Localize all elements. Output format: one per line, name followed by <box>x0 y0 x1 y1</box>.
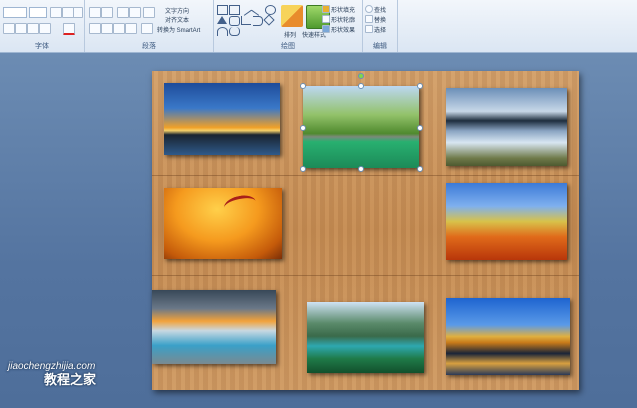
grow-font-icon[interactable] <box>50 7 62 18</box>
rounded-rect-shape-icon[interactable] <box>229 16 240 26</box>
resize-handle-nw[interactable] <box>300 83 306 89</box>
resize-handle-s[interactable] <box>358 166 364 172</box>
wood-plank-seam <box>152 175 579 176</box>
paragraph-group: 文字方向 对齐文本 转换为 SmartArt 段落 <box>85 0 214 52</box>
waterfall-sunset-photo[interactable] <box>152 290 276 364</box>
columns-icon[interactable] <box>141 23 153 34</box>
rotation-handle[interactable] <box>358 73 364 79</box>
underline-icon[interactable] <box>27 23 39 34</box>
oval-shape-icon[interactable] <box>265 5 276 15</box>
bold-icon[interactable] <box>3 23 15 34</box>
rectangle-shape-icon[interactable] <box>217 5 228 15</box>
numbering-icon[interactable] <box>101 7 113 18</box>
ribbon: 字体 文字方向 对齐文本 转换为 SmartArt 段落 排列 快速样式 形状填… <box>0 0 637 53</box>
arrow-shape-icon[interactable] <box>251 3 264 16</box>
triangle-shape-icon[interactable] <box>217 16 227 24</box>
editing-group: 查找 替换 选择 编辑 <box>363 0 398 52</box>
replace-icon[interactable] <box>365 15 373 23</box>
textbox-shape-icon[interactable] <box>229 5 240 15</box>
font-color-icon[interactable] <box>63 23 75 35</box>
shapes-gallery[interactable] <box>217 3 276 37</box>
line-shape-icon[interactable] <box>239 3 252 16</box>
autumn-trees-photo[interactable] <box>446 183 567 260</box>
autumn-reflection-photo[interactable] <box>446 298 570 375</box>
curve-shape-icon[interactable] <box>217 27 228 36</box>
connector-shape-icon[interactable] <box>241 16 251 25</box>
resize-handle-n[interactable] <box>358 83 364 89</box>
select-icon[interactable] <box>365 25 373 33</box>
resize-handle-sw[interactable] <box>300 166 306 172</box>
find-button[interactable]: 查找 <box>374 5 386 14</box>
drawing-group: 排列 快速样式 形状填充 形状轮廓 形状效果 绘图 <box>214 0 363 52</box>
bullets-icon[interactable] <box>89 7 101 18</box>
italic-icon[interactable] <box>15 23 27 34</box>
strikethrough-icon[interactable] <box>39 23 51 34</box>
select-button[interactable]: 选择 <box>374 25 386 34</box>
watermark: jiaochengzhijia.com 教程之家 <box>8 360 96 386</box>
align-center-icon[interactable] <box>101 23 113 34</box>
mountain-river-photo[interactable] <box>307 302 424 373</box>
resize-handle-e[interactable] <box>417 125 423 131</box>
watermark-name: 教程之家 <box>44 372 97 387</box>
increase-indent-icon[interactable] <box>129 7 141 18</box>
green-trees-lake-photo[interactable] <box>303 86 419 168</box>
align-right-icon[interactable] <box>113 23 125 34</box>
justify-icon[interactable] <box>125 23 137 34</box>
font-name-dropdown[interactable] <box>3 7 27 18</box>
slide-canvas[interactable] <box>152 71 579 390</box>
wood-plank-seam <box>152 275 579 276</box>
shape-outline-icon[interactable] <box>322 15 330 23</box>
shape-effects-icon[interactable] <box>322 25 330 33</box>
brace-shape-icon[interactable] <box>229 27 240 36</box>
align-left-icon[interactable] <box>89 23 101 34</box>
shape-fill-icon[interactable] <box>322 5 330 13</box>
sunset-lake-photo[interactable] <box>164 83 280 155</box>
font-group-label: 字体 <box>35 43 49 50</box>
editing-group-label: 编辑 <box>373 43 387 50</box>
shape-fill-button[interactable]: 形状填充 <box>331 5 355 14</box>
resize-handle-ne[interactable] <box>417 83 423 89</box>
star-shape-icon[interactable] <box>263 14 275 26</box>
convert-smartart-button[interactable]: 转换为 SmartArt <box>157 25 200 34</box>
arrange-button[interactable]: 排列 <box>284 30 296 39</box>
line-spacing-icon[interactable] <box>143 7 155 18</box>
align-text-button[interactable]: 对齐文本 <box>165 15 189 24</box>
shape-effects-button[interactable]: 形状效果 <box>331 25 355 34</box>
resize-handle-se[interactable] <box>417 166 423 172</box>
crane-sunset-photo[interactable] <box>164 188 282 259</box>
crane-silhouette <box>222 192 258 217</box>
drawing-group-label: 绘图 <box>281 43 295 50</box>
find-icon[interactable] <box>365 5 373 13</box>
paragraph-group-label: 段落 <box>142 43 156 50</box>
arrange-icon[interactable] <box>281 5 303 27</box>
bracket-shape-icon[interactable] <box>253 16 263 26</box>
shape-outline-button[interactable]: 形状轮廓 <box>331 15 355 24</box>
decrease-indent-icon[interactable] <box>117 7 129 18</box>
font-size-dropdown[interactable] <box>29 7 47 18</box>
text-direction-button[interactable]: 文字方向 <box>165 6 189 15</box>
resize-handle-w[interactable] <box>300 125 306 131</box>
font-group: 字体 <box>0 0 85 52</box>
clear-format-icon[interactable] <box>73 7 83 18</box>
reflection-lake-photo[interactable] <box>446 88 567 166</box>
replace-button[interactable]: 替换 <box>374 15 386 24</box>
